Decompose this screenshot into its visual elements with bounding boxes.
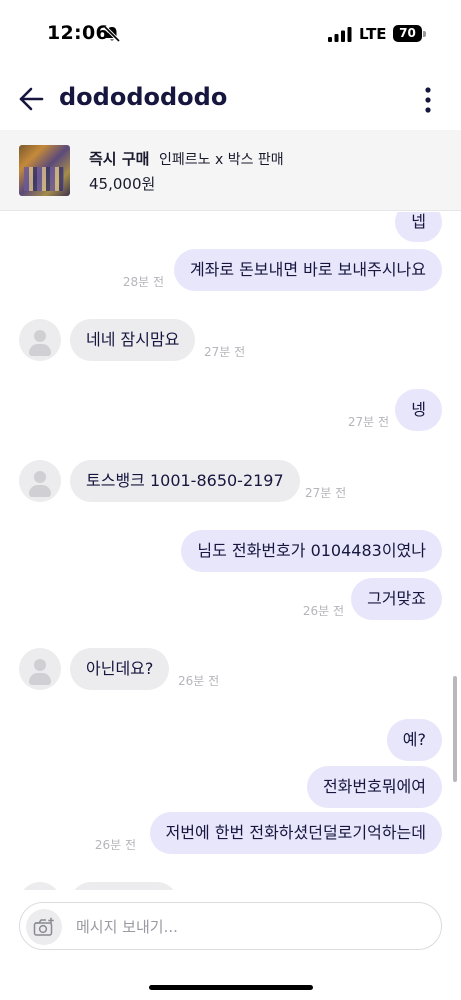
message-list[interactable]: 넵 계좌로 돈보내면 바로 보내주시나요 28분 전 네네 잠시맘요 27분 전… — [0, 212, 461, 890]
message-time: 26분 전 — [94, 838, 136, 852]
product-bar[interactable]: 즉시 구매 인페르노 x 박스 판매 45,000원 — [0, 130, 461, 211]
network-type: LTE — [359, 25, 387, 43]
their-message: 네네 잠시맘요 — [70, 319, 196, 361]
avatar[interactable] — [19, 319, 61, 361]
avatar[interactable] — [19, 460, 61, 502]
bell-slash-icon — [103, 25, 121, 43]
product-thumbnail — [19, 145, 70, 196]
message-time: 27분 전 — [305, 486, 347, 500]
chat-header: dododododo — [0, 68, 461, 130]
message-input[interactable] — [76, 915, 426, 939]
my-message: 님도 전화번호가 0104483이였나 — [181, 530, 442, 572]
arrow-left-icon[interactable] — [18, 86, 46, 112]
chat-title: dododododo — [59, 83, 228, 111]
message-time: 28분 전 — [122, 275, 164, 289]
my-message: 전화번호뭐에여 — [306, 766, 442, 808]
status-time: 12:06 — [47, 22, 109, 44]
signal-icon — [328, 27, 352, 42]
battery-icon: 70 — [393, 25, 422, 42]
their-message: 토스뱅크 1001-8650-2197 — [70, 460, 300, 502]
my-message: 그거맞죠 — [351, 578, 442, 620]
message-time: 26분 전 — [178, 674, 220, 688]
more-vertical-icon[interactable] — [418, 86, 438, 114]
status-bar: 12:06 LTE 70 — [0, 0, 461, 68]
home-indicator — [149, 985, 313, 990]
their-message: 아닌데요? — [70, 648, 170, 690]
avatar[interactable] — [19, 882, 61, 890]
scrollbar[interactable] — [453, 676, 457, 782]
battery-tip — [423, 31, 426, 37]
product-status: 즉시 구매 — [89, 150, 150, 168]
product-price: 45,000원 — [89, 175, 156, 193]
their-message-partial — [70, 882, 178, 890]
message-time: 27분 전 — [204, 345, 246, 359]
message-composer — [19, 902, 442, 950]
my-message: 넹 — [395, 389, 442, 431]
my-message: 예? — [386, 719, 442, 761]
message-time: 26분 전 — [302, 604, 344, 618]
camera-button[interactable] — [26, 909, 62, 945]
my-message: 저번에 한번 전화하셨던덜로기억하는데 — [149, 812, 442, 854]
message-time: 27분 전 — [347, 415, 389, 429]
camera-plus-icon — [33, 917, 54, 936]
avatar[interactable] — [19, 648, 61, 690]
my-message: 계좌로 돈보내면 바로 보내주시나요 — [173, 249, 442, 291]
my-message: 넵 — [395, 212, 442, 242]
product-name: 인페르노 x 박스 판매 — [159, 152, 284, 168]
